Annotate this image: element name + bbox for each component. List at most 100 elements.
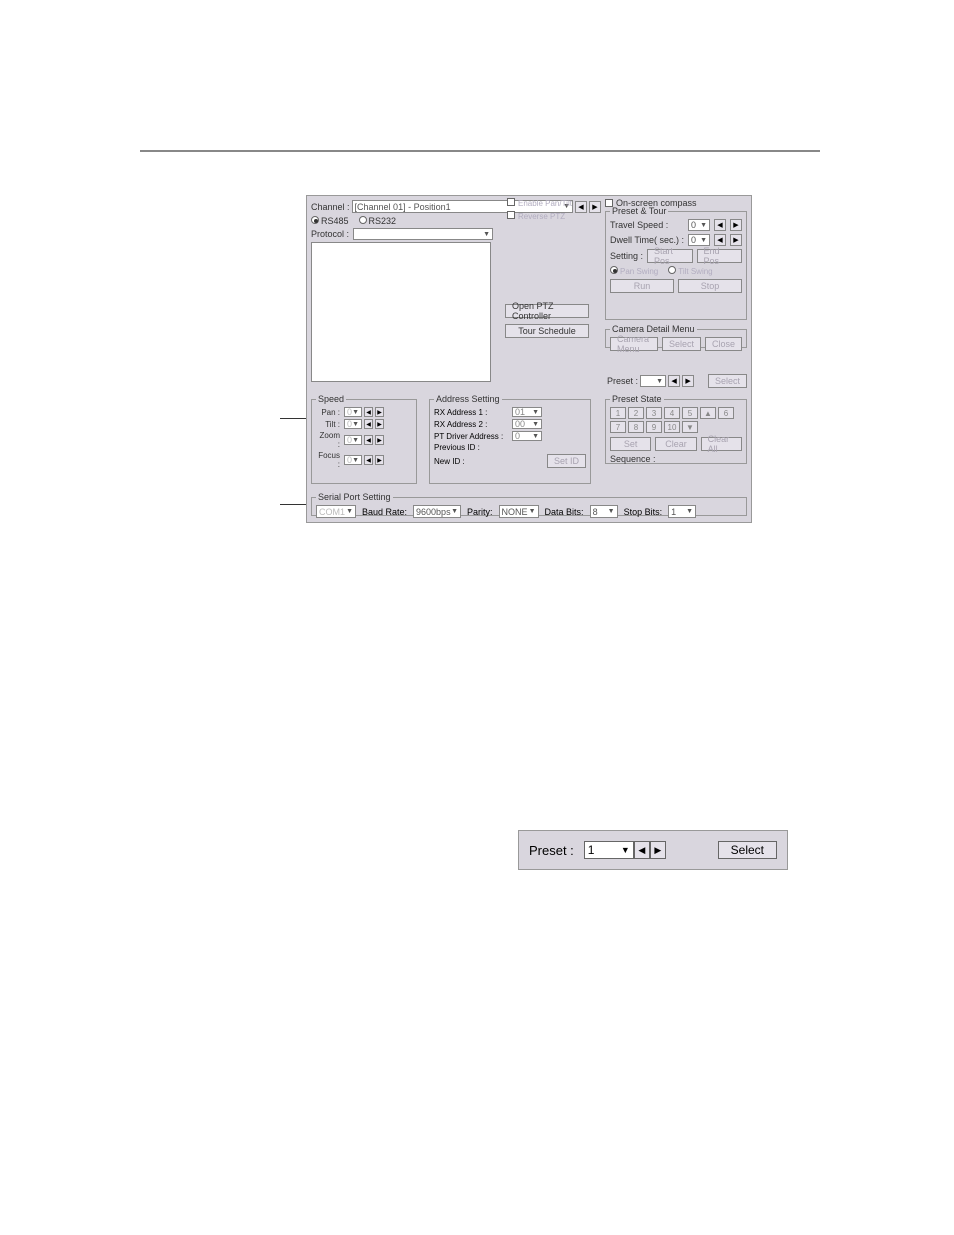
tilt-prev[interactable]: ◀ xyxy=(364,419,373,429)
travel-speed-label: Travel Speed : xyxy=(610,220,684,230)
parity-select[interactable]: NONE▼ xyxy=(499,505,539,518)
databits-select[interactable]: 8▼ xyxy=(590,505,618,518)
focus-select[interactable]: 0▼ xyxy=(344,455,362,465)
rs232-radio[interactable]: RS232 xyxy=(359,215,397,227)
open-ptz-controller-button[interactable]: Open PTZ Controller xyxy=(505,304,589,318)
databits-label: Data Bits: xyxy=(545,507,584,517)
preset-num-10[interactable]: 10 xyxy=(664,421,680,433)
tour-schedule-button[interactable]: Tour Schedule xyxy=(505,324,589,338)
end-pos-button[interactable]: End Pos xyxy=(697,249,742,263)
rs485-radio[interactable]: RS485 xyxy=(311,215,349,227)
rx2-select[interactable]: 00▼ xyxy=(512,419,542,429)
pt-driver-label: PT Driver Address : xyxy=(434,432,508,441)
rx1-label: RX Address 1 : xyxy=(434,408,508,417)
zoom-next[interactable]: ▶ xyxy=(375,435,384,445)
parity-label: Parity: xyxy=(467,507,493,517)
preset-num-7[interactable]: 7 xyxy=(610,421,626,433)
camera-detail-menu-fieldset: Camera Detail Menu Camera Menu Select Cl… xyxy=(605,324,747,348)
travel-speed-next[interactable]: ▶ xyxy=(730,219,742,231)
preset-num-1[interactable]: 1 xyxy=(610,407,626,419)
preset-next[interactable]: ▶ xyxy=(682,375,694,387)
preset-state-legend: Preset State xyxy=(610,394,664,404)
preset-num-5[interactable]: 5 xyxy=(682,407,698,419)
baud-label: Baud Rate: xyxy=(362,507,407,517)
camera-detail-menu-legend: Camera Detail Menu xyxy=(610,324,697,334)
pan-swing-radio[interactable]: Pan Swing xyxy=(610,266,658,276)
run-button[interactable]: Run xyxy=(610,279,674,293)
preset-num-6[interactable]: 6 xyxy=(718,407,734,419)
tilt-swing-radio[interactable]: Tilt Swing xyxy=(668,266,712,276)
reverse-ptz-checkbox[interactable]: Reverse PTZ xyxy=(507,211,572,221)
mid-buttons: Open PTZ Controller Tour Schedule xyxy=(505,300,595,344)
preset-num-2[interactable]: 2 xyxy=(628,407,644,419)
pt-driver-select[interactable]: 0▼ xyxy=(512,431,542,441)
preset-clearall-button[interactable]: Clear All xyxy=(701,437,742,451)
preset-num-4[interactable]: 4 xyxy=(664,407,680,419)
preset2-select[interactable]: 1▼ xyxy=(584,841,634,859)
callout-line xyxy=(280,504,306,505)
preset-tour-legend: Preset & Tour xyxy=(610,206,668,216)
preset-state-fieldset: Preset State 1 2 3 4 5 ▲ 6 7 8 9 10 ▼ Se… xyxy=(605,394,747,464)
setting-label: Setting : xyxy=(610,251,643,261)
stop-button[interactable]: Stop xyxy=(678,279,742,293)
callout-line xyxy=(280,418,306,419)
zoom-prev[interactable]: ◀ xyxy=(364,435,373,445)
preset-label: Preset : xyxy=(607,376,638,386)
pan-next[interactable]: ▶ xyxy=(375,407,384,417)
pan-select[interactable]: 0▼ xyxy=(344,407,362,417)
preset-set-button[interactable]: Set xyxy=(610,437,651,451)
speed-legend: Speed xyxy=(316,394,346,404)
zoom-select[interactable]: 0▼ xyxy=(344,435,362,445)
camera-close-button[interactable]: Close xyxy=(705,337,742,351)
protocol-listbox[interactable] xyxy=(311,242,491,382)
dwell-time-next[interactable]: ▶ xyxy=(730,234,742,246)
focus-prev[interactable]: ◀ xyxy=(364,455,373,465)
serial-port-legend: Serial Port Setting xyxy=(316,492,393,502)
start-pos-button[interactable]: Start Pos xyxy=(647,249,692,263)
preset-num-9[interactable]: 9 xyxy=(646,421,662,433)
tilt-label: Tilt : xyxy=(316,420,342,429)
speed-fieldset: Speed Pan :0▼◀▶ Tilt :0▼◀▶ Zoom :0▼◀▶ Fo… xyxy=(311,394,417,484)
stopbits-select[interactable]: 1▼ xyxy=(668,505,696,518)
preset-zoom-panel: Preset : 1▼ ◀ ▶ Select xyxy=(518,830,788,870)
travel-speed-prev[interactable]: ◀ xyxy=(714,219,726,231)
preset-select-button[interactable]: Select xyxy=(708,374,747,388)
preset-num-8[interactable]: 8 xyxy=(628,421,644,433)
preset2-next[interactable]: ▶ xyxy=(650,841,666,859)
preset-clear-button[interactable]: Clear xyxy=(655,437,696,451)
preset-number-buttons: 1 2 3 4 5 ▲ 6 7 8 9 10 ▼ xyxy=(610,407,742,433)
com-select[interactable]: COM1▼ xyxy=(316,505,356,518)
travel-speed-select[interactable]: 0▼ xyxy=(688,219,710,231)
enable-pantilt-checkbox[interactable]: Enable Pan/Tilt xyxy=(507,198,572,208)
protocol-select[interactable]: ▼ xyxy=(353,228,493,240)
preset2-select-button[interactable]: Select xyxy=(718,841,777,859)
pan-label: Pan : xyxy=(316,408,342,417)
tilt-select[interactable]: 0▼ xyxy=(344,419,362,429)
preset-num-3[interactable]: 3 xyxy=(646,407,662,419)
camera-select-button[interactable]: Select xyxy=(662,337,701,351)
dwell-time-select[interactable]: 0▼ xyxy=(688,234,710,246)
tilt-next[interactable]: ▶ xyxy=(375,419,384,429)
rx1-select[interactable]: 01▼ xyxy=(512,407,542,417)
preset-scroll-up[interactable]: ▲ xyxy=(700,407,716,419)
divider xyxy=(140,150,820,152)
protocol-row: Protocol : ▼ xyxy=(311,228,493,240)
address-setting-legend: Address Setting xyxy=(434,394,502,404)
channel-next-button[interactable]: ▶ xyxy=(589,201,601,213)
preset2-label: Preset : xyxy=(529,843,574,858)
preset2-prev[interactable]: ◀ xyxy=(634,841,650,859)
preset-select[interactable]: ▼ xyxy=(640,375,666,387)
channel-value: [Channel 01] - Position1 xyxy=(355,202,451,212)
dwell-time-prev[interactable]: ◀ xyxy=(714,234,726,246)
set-id-button[interactable]: Set ID xyxy=(547,454,586,468)
preset-prev[interactable]: ◀ xyxy=(668,375,680,387)
camera-menu-button[interactable]: Camera Menu xyxy=(610,337,658,351)
channel-prev-button[interactable]: ◀ xyxy=(575,201,587,213)
pan-prev[interactable]: ◀ xyxy=(364,407,373,417)
baud-select[interactable]: 9600bps▼ xyxy=(413,505,461,518)
focus-next[interactable]: ▶ xyxy=(375,455,384,465)
dropdown-icon: ▼ xyxy=(483,231,490,238)
preset-tour-fieldset: Preset & Tour Travel Speed : 0▼ ◀ ▶ Dwel… xyxy=(605,206,747,320)
new-id-label: New ID : xyxy=(434,457,508,466)
preset-scroll-down[interactable]: ▼ xyxy=(682,421,698,433)
